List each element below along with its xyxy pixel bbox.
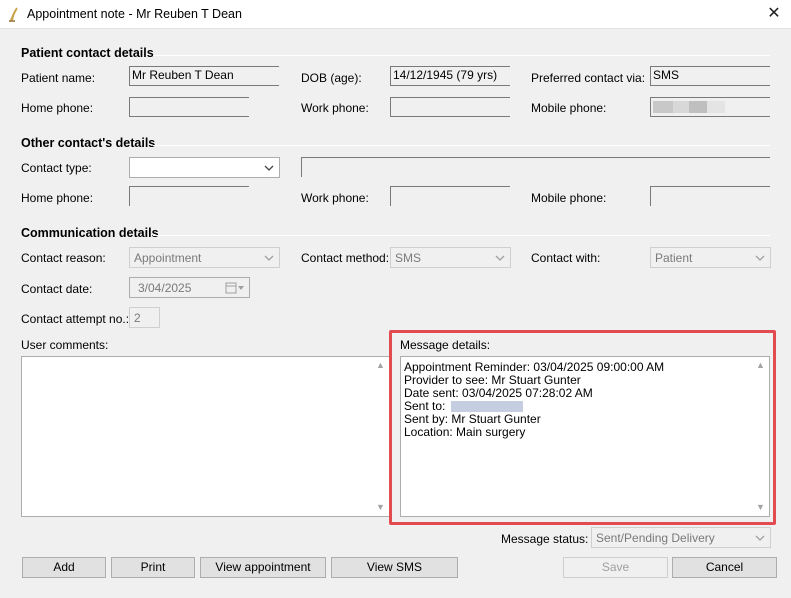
work-phone-label: Work phone: xyxy=(301,101,369,115)
chevron-down-icon xyxy=(264,255,274,261)
contact-type-dropdown[interactable] xyxy=(129,157,280,178)
attempt-field[interactable]: 2 xyxy=(129,307,160,328)
other-work-phone-field[interactable] xyxy=(390,186,510,206)
contact-method-label: Contact method: xyxy=(301,251,390,265)
contact-type-label: Contact type: xyxy=(21,161,92,175)
contact-method-dropdown[interactable]: SMS xyxy=(390,247,511,268)
scroll-down-arrow-icon[interactable]: ▼ xyxy=(372,499,389,516)
other-home-phone-label: Home phone: xyxy=(21,191,94,205)
other-mobile-phone-field[interactable] xyxy=(650,186,770,206)
window-title: Appointment note - Mr Reuben T Dean xyxy=(27,7,242,21)
print-button[interactable]: Print xyxy=(111,557,195,578)
calendar-icon xyxy=(225,282,244,294)
section-divider xyxy=(153,235,770,236)
patient-contact-heading: Patient contact details xyxy=(21,46,154,60)
other-mobile-phone-label: Mobile phone: xyxy=(531,191,607,205)
section-divider xyxy=(153,55,770,56)
contact-date-label: Contact date: xyxy=(21,282,93,296)
save-button[interactable]: Save xyxy=(563,557,668,578)
contact-date-picker[interactable]: 3/04/2025 xyxy=(129,277,250,298)
other-work-phone-label: Work phone: xyxy=(301,191,369,205)
patient-name-label: Patient name: xyxy=(21,71,96,85)
contact-method-value: SMS xyxy=(395,251,422,265)
view-sms-button[interactable]: View SMS xyxy=(331,557,458,578)
contact-with-label: Contact with: xyxy=(531,251,601,265)
user-comments-value xyxy=(22,357,389,365)
contact-with-dropdown[interactable]: Patient xyxy=(650,247,771,268)
message-status-label: Message status: xyxy=(501,532,589,546)
message-line: Sent to: xyxy=(404,399,446,413)
view-appointment-button[interactable]: View appointment xyxy=(200,557,326,578)
message-lines: Appointment Reminder: 03/04/2025 09:00:0… xyxy=(401,357,769,439)
other-home-phone-field[interactable] xyxy=(129,186,249,206)
scroll-up-arrow-icon[interactable]: ▲ xyxy=(372,357,389,374)
message-line-sent-to-row: Sent to: xyxy=(404,400,767,413)
add-button[interactable]: Add xyxy=(22,557,106,578)
contact-reason-dropdown[interactable]: Appointment xyxy=(129,247,280,268)
scroll-up-arrow-icon[interactable]: ▲ xyxy=(752,357,769,374)
chevron-down-icon xyxy=(755,535,765,541)
contact-with-value: Patient xyxy=(655,251,693,265)
app-logo-icon xyxy=(9,7,18,22)
message-details-label: Message details: xyxy=(400,338,491,352)
mobile-phone-field[interactable] xyxy=(650,97,770,117)
preferred-contact-label: Preferred contact via: xyxy=(531,71,646,85)
user-comments-textarea[interactable]: ▲ ▼ xyxy=(21,356,390,517)
close-icon[interactable]: ✕ xyxy=(763,4,785,24)
user-comments-label: User comments: xyxy=(21,338,109,352)
scroll-down-arrow-icon[interactable]: ▼ xyxy=(752,499,769,516)
mobile-phone-label: Mobile phone: xyxy=(531,101,607,115)
preferred-contact-field[interactable]: SMS xyxy=(650,66,770,86)
contact-name-field[interactable] xyxy=(301,157,770,177)
dob-field[interactable]: 14/12/1945 (79 yrs) xyxy=(390,66,510,86)
message-details-textarea[interactable]: Appointment Reminder: 03/04/2025 09:00:0… xyxy=(400,356,770,517)
home-phone-label: Home phone: xyxy=(21,101,94,115)
cancel-button[interactable]: Cancel xyxy=(672,557,777,578)
scrollbar[interactable]: ▲ ▼ xyxy=(372,357,389,516)
contact-reason-value: Appointment xyxy=(134,251,202,265)
message-status-dropdown[interactable]: Sent/Pending Delivery xyxy=(591,527,771,548)
redacted-value xyxy=(450,401,523,413)
scrollbar[interactable]: ▲ ▼ xyxy=(752,357,769,516)
patient-name-field[interactable]: Mr Reuben T Dean xyxy=(129,66,279,86)
redacted-value xyxy=(653,101,768,113)
work-phone-field[interactable] xyxy=(390,97,510,117)
chevron-down-icon xyxy=(755,255,765,261)
communication-heading: Communication details xyxy=(21,226,159,240)
section-divider xyxy=(153,145,770,146)
chevron-down-icon xyxy=(495,255,505,261)
chevron-down-icon xyxy=(264,165,274,171)
contact-reason-label: Contact reason: xyxy=(21,251,106,265)
contact-date-value: 3/04/2025 xyxy=(138,281,192,295)
message-line: Date sent: 03/04/2025 07:28:02 AM xyxy=(404,386,593,400)
other-contact-heading: Other contact's details xyxy=(21,136,156,150)
attempt-label: Contact attempt no.: xyxy=(21,312,130,326)
message-line: Location: Main surgery xyxy=(404,425,526,439)
home-phone-field[interactable] xyxy=(129,97,249,117)
message-status-value: Sent/Pending Delivery xyxy=(596,531,715,545)
dob-label: DOB (age): xyxy=(301,71,362,85)
